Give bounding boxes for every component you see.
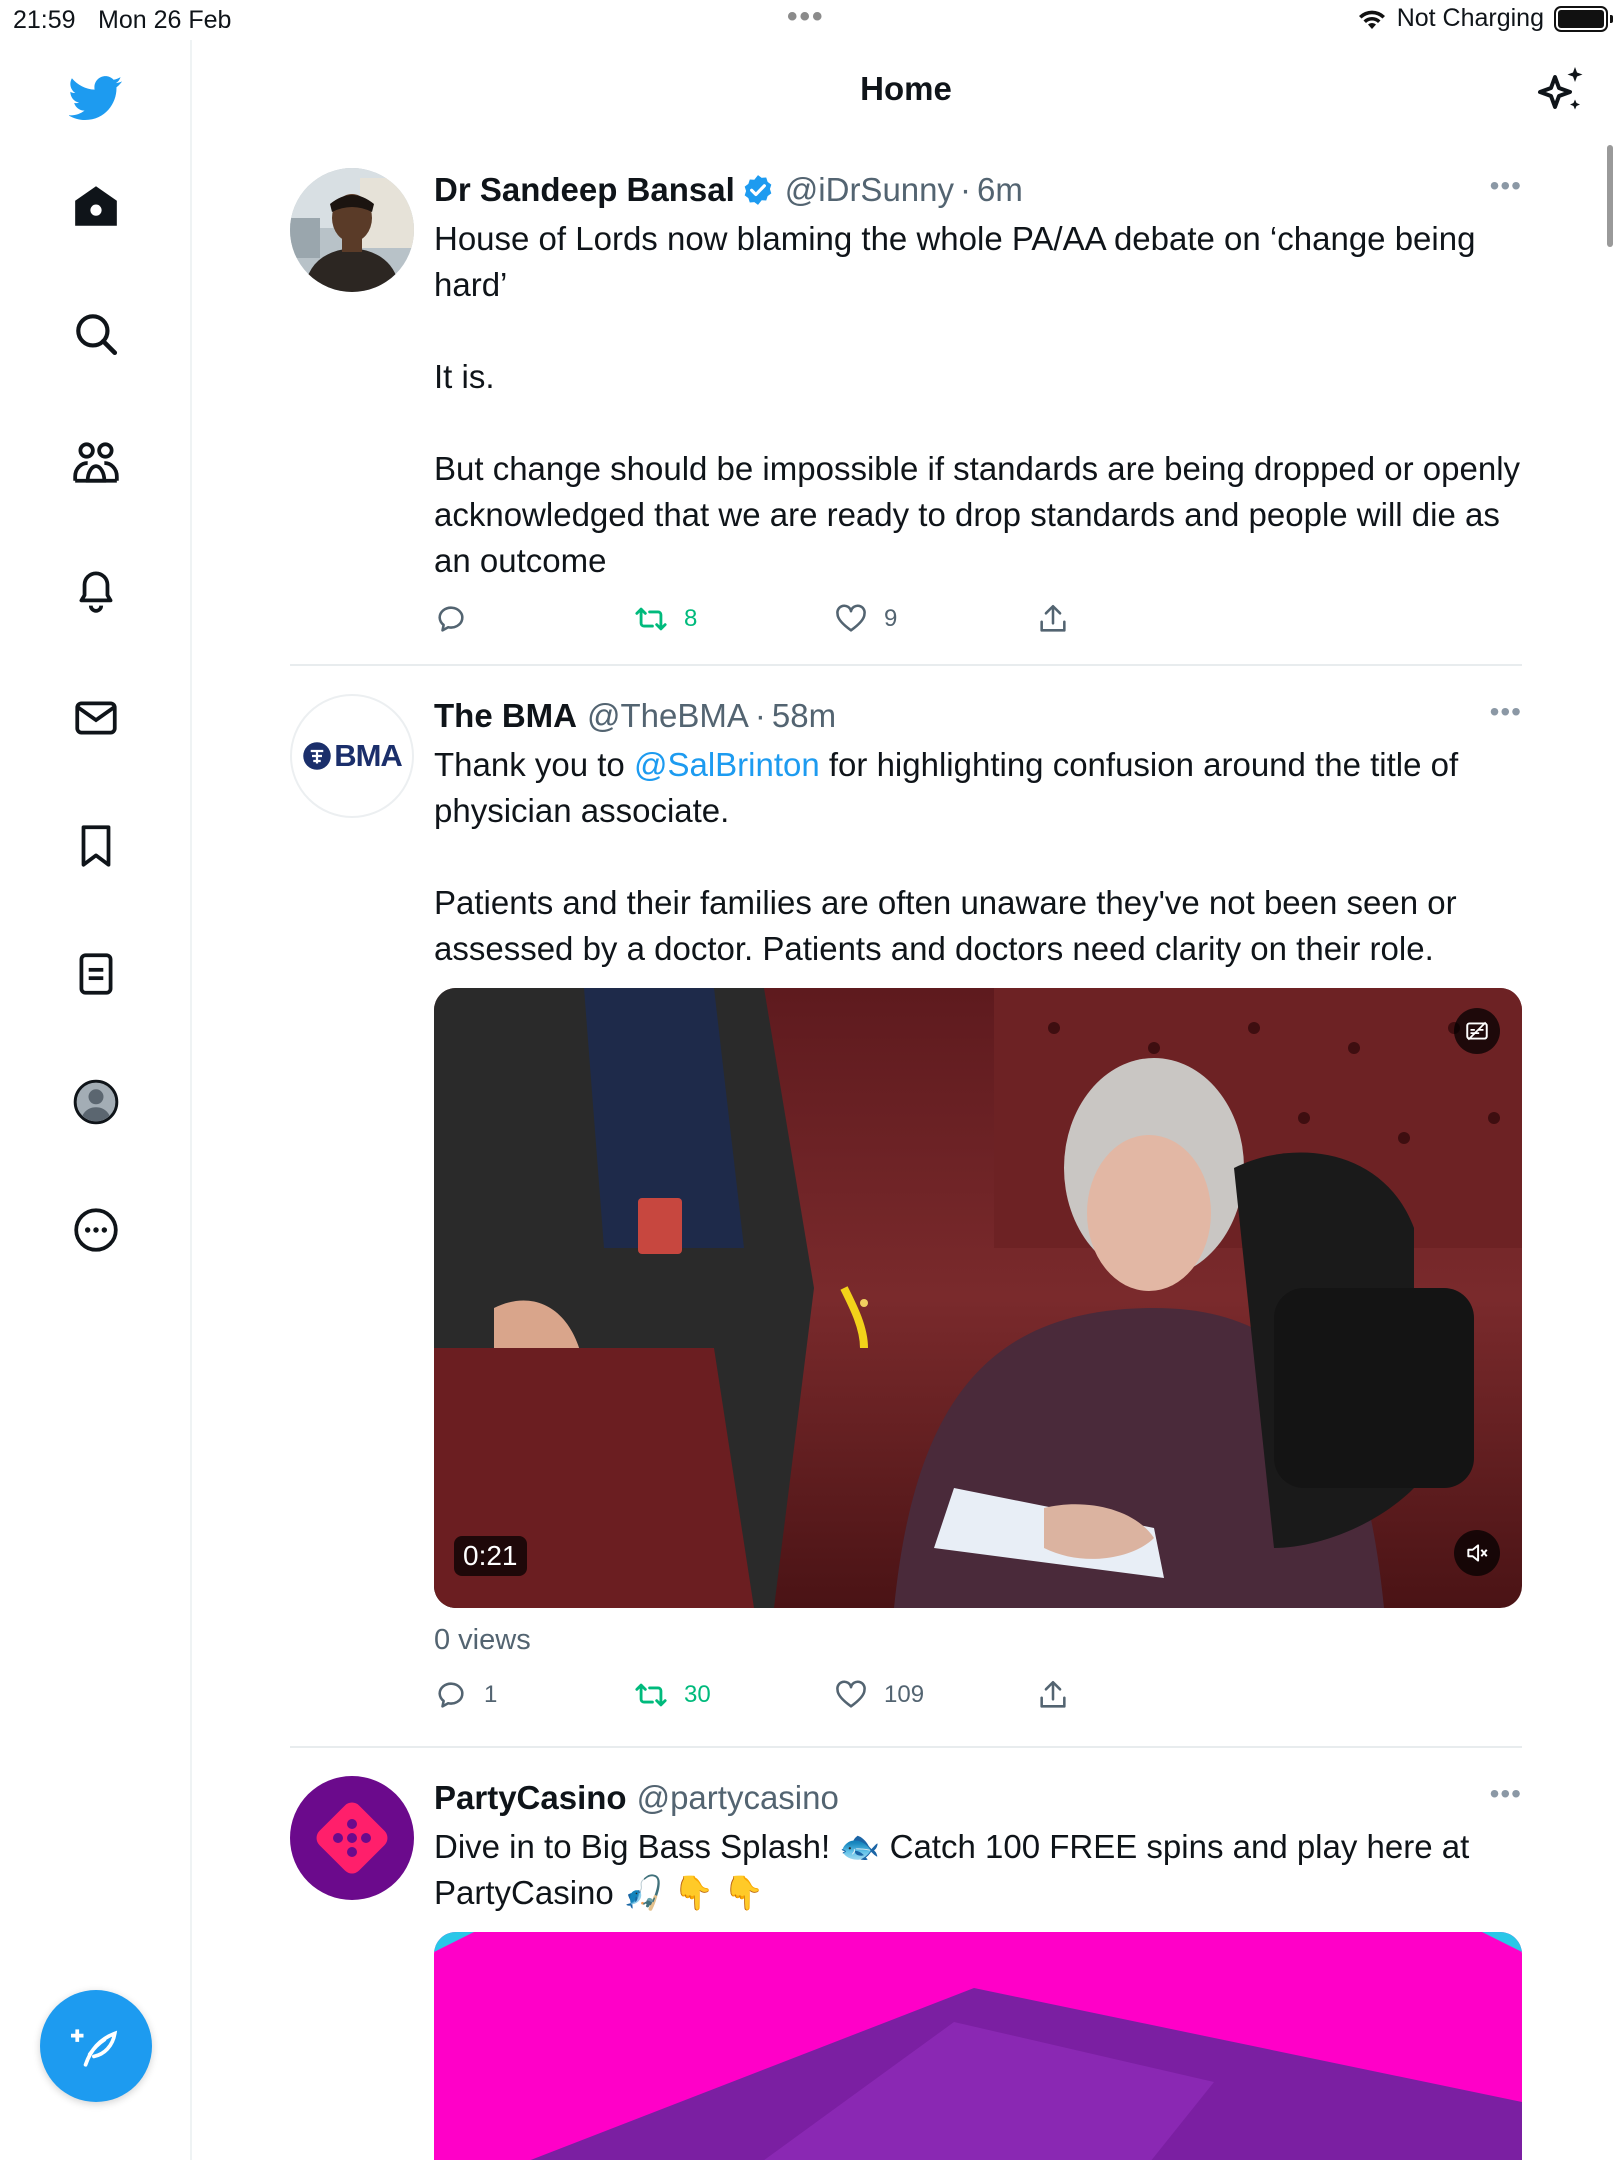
tweet-text: Thank you to @SalBrinton for highlightin… <box>434 746 1459 967</box>
author-name[interactable]: PartyCasino <box>434 1776 627 1820</box>
author-name[interactable]: The BMA <box>434 694 577 738</box>
sidebar-item-profile[interactable] <box>60 1066 132 1138</box>
bma-logo-text: BMA <box>334 738 403 773</box>
search-icon <box>76 314 118 356</box>
author-handle[interactable]: @TheBMA <box>587 694 749 738</box>
mute-icon[interactable] <box>1454 1530 1500 1576</box>
retweet-icon <box>635 607 667 631</box>
tweet-text: House of Lords now blaming the whole PA/… <box>434 220 1521 579</box>
bell-icon <box>79 571 113 613</box>
sidebar-item-search[interactable] <box>60 298 132 370</box>
charging-status: Not Charging <box>1396 4 1544 32</box>
sidebar-item-messages[interactable] <box>60 682 132 754</box>
share-button[interactable] <box>1036 602 1070 636</box>
retweet-button[interactable]: 8 <box>634 602 697 636</box>
status-date: Mon 26 Feb <box>98 6 232 34</box>
sidebar-item-lists[interactable] <box>60 938 132 1010</box>
retweet-icon <box>635 1683 667 1707</box>
tweet-actions: 8 9 <box>434 602 1522 642</box>
scrollbar[interactable] <box>1607 145 1613 247</box>
more-options-icon[interactable]: ••• <box>1490 696 1522 728</box>
envelope-icon <box>75 701 117 735</box>
more-circle-icon <box>74 1208 118 1252</box>
reply-button[interactable]: 1 <box>434 1678 497 1712</box>
captions-icon[interactable] <box>1454 1008 1500 1054</box>
heart-icon <box>836 1680 866 1708</box>
share-button[interactable] <box>1036 1678 1070 1712</box>
sidebar-item-more[interactable] <box>60 1194 132 1266</box>
tweet-timestamp[interactable]: 6m <box>977 168 1023 212</box>
bookmark-icon <box>81 825 111 867</box>
share-icon <box>1040 604 1066 632</box>
tweet-divider <box>290 1746 1522 1748</box>
more-options-icon[interactable]: ••• <box>1490 1778 1522 1810</box>
view-count: 0 views <box>434 1624 531 1656</box>
tweet[interactable]: PartyCasino @partycasino ••• Dive in to … <box>290 1776 1522 2160</box>
battery-icon <box>1554 5 1613 32</box>
list-icon <box>79 953 113 995</box>
status-time: 21:59 <box>13 6 76 34</box>
like-button[interactable]: 109 <box>834 1678 924 1712</box>
bma-crest-icon <box>303 742 331 770</box>
retweet-button[interactable]: 30 <box>634 1678 711 1712</box>
avatar[interactable] <box>290 1776 414 1900</box>
video-player[interactable]: 0:21 <box>434 988 1522 1608</box>
mention-link[interactable]: @SalBrinton <box>634 746 820 783</box>
author-handle[interactable]: @iDrSunny <box>785 168 954 212</box>
avatar[interactable]: BMA <box>290 694 414 818</box>
twitter-logo-icon[interactable] <box>60 62 132 134</box>
tweet-text: Dive in to Big Bass Splash! 🐟 Catch 100 … <box>434 1828 1470 1911</box>
share-icon <box>1040 1680 1066 1708</box>
profile-avatar-icon <box>73 1079 119 1125</box>
heart-icon <box>836 604 866 632</box>
reply-icon <box>438 1682 464 1708</box>
sidebar-item-bookmarks[interactable] <box>60 810 132 882</box>
tweet-timestamp[interactable]: 58m <box>772 694 836 738</box>
compose-tweet-button[interactable] <box>40 1990 152 2102</box>
tweet-divider <box>290 664 1522 666</box>
sidebar-item-notifications[interactable] <box>60 554 132 626</box>
reply-icon <box>438 606 464 632</box>
status-bar: 21:59 Mon 26 Feb ••• Not Charging <box>0 0 1620 40</box>
sidebar <box>0 40 192 2160</box>
tweet[interactable]: BMA The BMA @TheBMA · 58m ••• Thank you … <box>290 694 1522 1744</box>
home-icon <box>75 186 117 226</box>
wifi-icon <box>1358 10 1385 29</box>
tweet[interactable]: Dr Sandeep Bansal @iDrSunny · 6m ••• Hou… <box>290 168 1522 648</box>
author-name[interactable]: Dr Sandeep Bansal <box>434 168 735 212</box>
sidebar-item-home[interactable] <box>60 170 132 242</box>
avatar[interactable] <box>290 168 414 292</box>
reply-button[interactable] <box>434 602 484 636</box>
more-options-icon[interactable]: ••• <box>1490 170 1522 202</box>
verified-badge-icon <box>744 175 772 205</box>
promo-image[interactable] <box>434 1932 1522 2160</box>
compose-feather-icon <box>71 2029 118 2067</box>
sidebar-item-communities[interactable] <box>60 426 132 498</box>
sparkle-icon[interactable] <box>1530 62 1590 122</box>
video-duration: 0:21 <box>454 1536 527 1576</box>
tweet-actions: 1 30 109 <box>434 1678 1522 1718</box>
timeline-header: Home <box>192 40 1620 140</box>
author-handle[interactable]: @partycasino <box>637 1776 839 1820</box>
communities-icon <box>73 442 119 483</box>
page-title: Home <box>860 70 952 107</box>
multitasking-dots-icon[interactable]: ••• <box>787 0 825 34</box>
like-button[interactable]: 9 <box>834 602 897 636</box>
